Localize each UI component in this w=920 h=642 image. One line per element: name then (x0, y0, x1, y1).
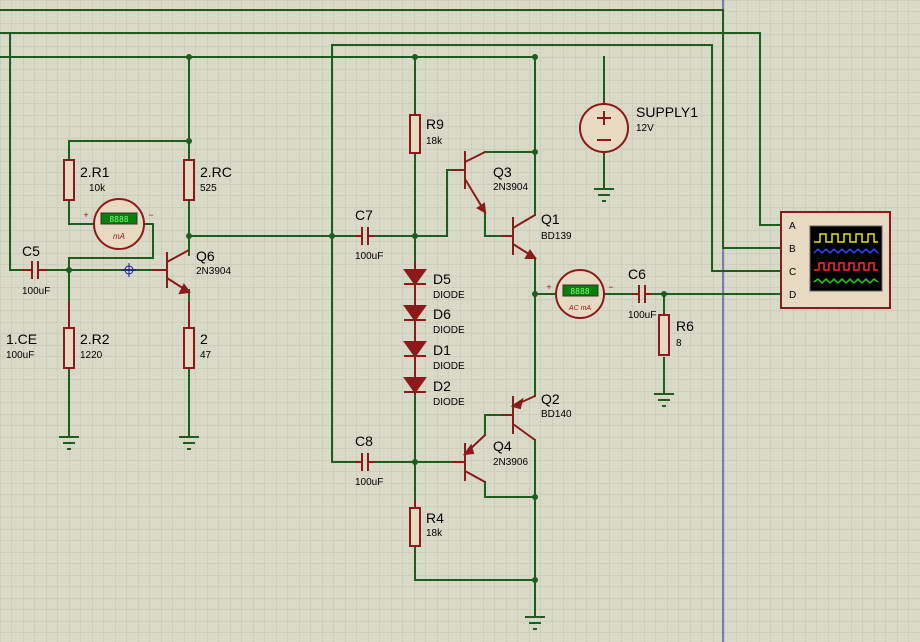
q6-value: 2N3904 (196, 266, 231, 277)
c8-ref: C8 (355, 433, 373, 449)
d1-ref: D1 (433, 342, 451, 358)
ac-meter-reading: 8888 (570, 287, 589, 296)
resistor-r1-body (63, 159, 75, 201)
q1-value: BD139 (541, 231, 572, 242)
dc-meter-minus: − (148, 210, 153, 220)
d6-value: DIODE (433, 325, 465, 336)
re-ref: 2 (200, 331, 208, 347)
scope-pin-b: B (789, 244, 796, 255)
d1-value: DIODE (433, 361, 465, 372)
q2-value: BD140 (541, 409, 572, 420)
d5-value: DIODE (433, 290, 465, 301)
supply-ref: SUPPLY1 (636, 104, 698, 120)
ce-value: 100uF (6, 350, 34, 361)
q4-ref: Q4 (493, 438, 512, 454)
q3-ref: Q3 (493, 164, 512, 180)
q6-ref: Q6 (196, 248, 215, 264)
r9-value: 18k (426, 136, 443, 147)
resistor-r4-body (409, 507, 421, 547)
ac-meter-plus: + (546, 282, 551, 292)
scope-pin-c: C (789, 267, 796, 278)
resistor-r2-body (63, 327, 75, 369)
scope-pin-a: A (789, 221, 796, 232)
dc-meter-reading: 8888 (109, 215, 128, 224)
d6-ref: D6 (433, 306, 451, 322)
r6-ref: R6 (676, 318, 694, 334)
r1-ref: 2.R1 (80, 164, 110, 180)
q4-value: 2N3906 (493, 457, 528, 468)
dc-meter-plus: + (83, 210, 88, 220)
d2-value: DIODE (433, 397, 465, 408)
c6-value: 100uF (628, 310, 656, 321)
schematic-canvas[interactable]: 8888 mA + − 8888 AC mA + − A B C D C5 10… (0, 0, 920, 642)
d2-ref: D2 (433, 378, 451, 394)
c6-ref: C6 (628, 266, 646, 282)
rc-ref: 2.RC (200, 164, 232, 180)
c5-value: 100uF (22, 286, 50, 297)
rc-value: 525 (200, 183, 217, 194)
c7-ref: C7 (355, 207, 373, 223)
q2-ref: Q2 (541, 391, 560, 407)
r4-value: 18k (426, 528, 443, 539)
ac-meter-unit: AC mA (568, 305, 592, 312)
resistor-r6-body (658, 314, 670, 356)
re-value: 47 (200, 350, 212, 361)
resistor-re-body (183, 327, 195, 369)
oscilloscope[interactable]: A B C D (780, 211, 891, 309)
ac-meter-minus: − (608, 282, 613, 292)
r6-value: 8 (676, 338, 682, 349)
c5-ref: C5 (22, 243, 40, 259)
dc-meter-unit: mA (113, 232, 125, 241)
d5-ref: D5 (433, 271, 451, 287)
resistor-rc-body (183, 159, 195, 201)
resistor-r9-body (409, 114, 421, 154)
grid-background (0, 0, 920, 642)
r2-ref: 2.R2 (80, 331, 110, 347)
q3-value: 2N3904 (493, 182, 528, 193)
scope-pin-d: D (789, 290, 796, 301)
ce-ref: 1.CE (6, 331, 37, 347)
r1-value: 10k (89, 183, 106, 194)
c8-value: 100uF (355, 477, 383, 488)
r2-value: 1220 (80, 350, 103, 361)
supply-value: 12V (636, 123, 654, 134)
r9-ref: R9 (426, 116, 444, 132)
r4-ref: R4 (426, 510, 444, 526)
c7-value: 100uF (355, 251, 383, 262)
q1-ref: Q1 (541, 211, 560, 227)
